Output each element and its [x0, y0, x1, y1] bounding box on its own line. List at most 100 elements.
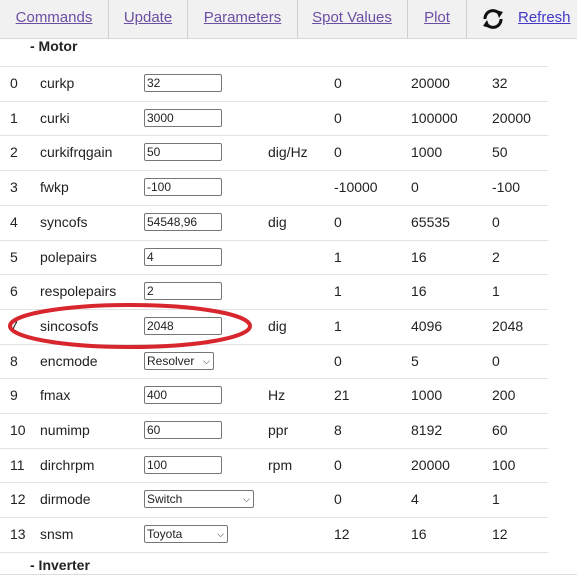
dirchrpm-input[interactable]: [144, 455, 222, 474]
param-default: 32: [492, 75, 508, 91]
fmax-input[interactable]: [144, 386, 222, 405]
param-min: 12: [334, 526, 350, 543]
table-row: 4 syncofs dig 0 65535 0: [0, 205, 548, 239]
param-max: 16: [411, 283, 427, 300]
divider: [0, 574, 577, 575]
param-default: 0: [492, 213, 500, 230]
table-row: 5 polepairs 1 16 2: [0, 240, 548, 274]
param-default: 20000: [492, 109, 531, 126]
top-navigation: Commands Update Parameters Spot Values P…: [0, 0, 577, 39]
param-max: 20000: [411, 75, 450, 91]
param-name: snsm: [40, 526, 74, 543]
tab-separator: [187, 0, 188, 38]
param-index: 8: [10, 352, 18, 369]
param-index: 3: [10, 179, 18, 196]
curki-input[interactable]: [144, 108, 222, 127]
chevron-down-icon: ⌵: [203, 355, 210, 366]
param-name: encmode: [40, 352, 98, 369]
param-min: 21: [334, 387, 350, 404]
table-row: 3 fwkp -10000 0 -100: [0, 170, 548, 204]
table-row: 0 curkp 0 20000 32: [0, 66, 548, 100]
respolepairs-input[interactable]: [144, 282, 222, 301]
param-index: 5: [10, 248, 18, 265]
tab-parameters[interactable]: Parameters: [190, 0, 295, 38]
param-default: 1: [492, 283, 500, 300]
param-max: 65535: [411, 213, 450, 230]
tab-separator: [407, 0, 408, 38]
tab-update[interactable]: Update: [110, 0, 186, 38]
param-max: 5: [411, 352, 419, 369]
param-name: dirmode: [40, 491, 91, 508]
param-index: 1: [10, 109, 18, 126]
table-row: 6 respolepairs 1 16 1: [0, 274, 548, 308]
param-name: fmax: [40, 387, 71, 404]
curkp-input[interactable]: [144, 74, 222, 92]
sincosofs-input[interactable]: [144, 316, 222, 335]
table-row: 1 curki 0 100000 20000: [0, 101, 548, 135]
param-max: 4096: [411, 317, 443, 334]
param-index: 6: [10, 283, 18, 300]
param-max: 20000: [411, 456, 450, 473]
polepairs-input[interactable]: [144, 247, 222, 266]
dirmode-select[interactable]: Switch ⌵: [144, 490, 254, 509]
tab-commands[interactable]: Commands: [0, 0, 108, 38]
param-min: 0: [334, 352, 342, 369]
divider: [0, 551, 548, 553]
table-row: 12 dirmode Switch ⌵ 0 4 1: [0, 482, 548, 516]
param-name: curkifrqgain: [40, 144, 113, 161]
param-unit: rpm: [268, 456, 293, 473]
section-header-motor: - Motor: [30, 38, 78, 54]
param-unit: dig: [268, 213, 287, 230]
tab-spot-values[interactable]: Spot Values: [298, 0, 406, 38]
refresh-link[interactable]: Refresh: [518, 0, 571, 36]
select-value: Switch: [147, 492, 183, 507]
fwkp-input[interactable]: [144, 178, 222, 197]
param-min: 1: [334, 283, 342, 300]
param-max: 16: [411, 248, 427, 265]
param-max: 1000: [411, 387, 443, 404]
param-max: 100000: [411, 109, 458, 126]
refresh-icon[interactable]: [481, 8, 505, 30]
param-default: 12: [492, 526, 508, 543]
param-min: 0: [334, 491, 342, 508]
param-index: 7: [10, 317, 18, 334]
param-default: 2048: [492, 317, 524, 334]
param-min: 0: [334, 109, 342, 126]
param-index: 4: [10, 213, 18, 230]
param-index: 2: [10, 144, 18, 161]
table-row: 8 encmode Resolver ⌵ 0 5 0: [0, 344, 548, 378]
tab-refresh[interactable]: Refresh: [468, 0, 577, 38]
table-row: 11 dirchrpm rpm 0 20000 100: [0, 448, 548, 482]
chevron-down-icon: ⌵: [217, 529, 224, 540]
param-min: -10000: [334, 179, 378, 196]
param-index: 12: [10, 491, 26, 508]
param-index: 0: [10, 75, 18, 91]
param-min: 8: [334, 422, 342, 438]
syncofs-input[interactable]: [144, 212, 222, 231]
param-index: 10: [10, 422, 26, 438]
param-default: 50: [492, 144, 508, 161]
param-unit: ppr: [268, 422, 289, 438]
param-min: 0: [334, 75, 342, 91]
param-index: 11: [10, 456, 25, 473]
param-max: 4: [411, 491, 419, 508]
param-unit: dig: [268, 317, 287, 334]
param-name: dirchrpm: [40, 456, 95, 473]
curkifrqgain-input[interactable]: [144, 143, 222, 162]
param-min: 0: [334, 144, 342, 161]
section-header-inverter: - Inverter: [30, 557, 90, 573]
snsm-select[interactable]: Toyota ⌵: [144, 525, 228, 544]
param-default: 100: [492, 456, 516, 473]
param-name: curkp: [40, 75, 75, 91]
param-default: 2: [492, 248, 500, 265]
encmode-select[interactable]: Resolver ⌵: [144, 351, 214, 370]
param-name: curki: [40, 109, 70, 126]
numimp-input[interactable]: [144, 421, 222, 439]
table-row: 9 fmax Hz 21 1000 200: [0, 378, 548, 412]
param-min: 1: [334, 317, 342, 334]
tab-plot[interactable]: Plot: [409, 0, 465, 38]
param-default: 200: [492, 387, 516, 404]
param-unit: Hz: [268, 387, 286, 404]
param-min: 0: [334, 456, 342, 473]
param-name: fwkp: [40, 179, 69, 196]
